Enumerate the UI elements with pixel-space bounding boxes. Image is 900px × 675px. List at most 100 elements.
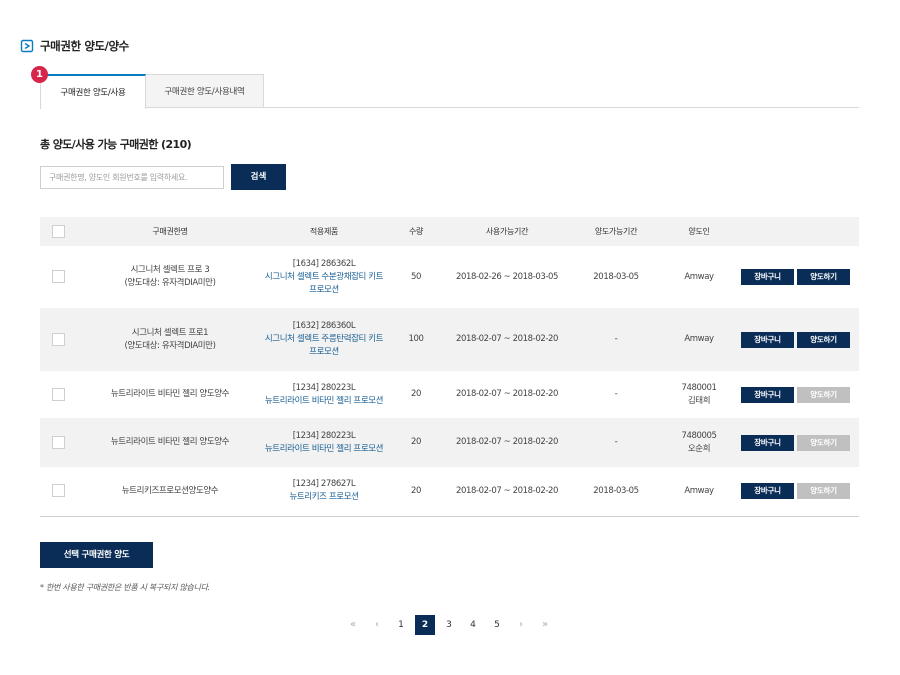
permission-target: (양도대상: 유자격DIA미만): [124, 340, 216, 351]
permission-name-cell: 시그니처 셀렉트 프로 3 (양도대상: 유자격DIA미만): [76, 246, 264, 308]
page-2-current[interactable]: 2: [415, 615, 435, 635]
search-input[interactable]: [40, 166, 224, 189]
page-1[interactable]: 1: [391, 615, 411, 635]
qty-cell: 50: [410, 271, 422, 282]
notice-text: * 한번 사용한 구매권한은 반품 시 복구되지 않습니다.: [40, 583, 210, 592]
last-page-button[interactable]: »: [535, 615, 555, 635]
row-checkbox[interactable]: [51, 270, 65, 283]
product-code: [1234] 278627L: [292, 479, 356, 490]
prev-page-button[interactable]: ‹: [367, 615, 387, 635]
col-header-name: 구매권한명: [152, 227, 188, 236]
col-header-qty: 수량: [408, 227, 424, 236]
table-row: 뉴트리라이트 비타민 젤리 양도양수 [1234] 280223L 뉴트리라이트 …: [40, 371, 859, 418]
qty-cell: 20: [410, 437, 422, 447]
cart-button[interactable]: 장바구니: [741, 386, 794, 403]
product-link[interactable]: 뉴트리라이트 비타민 젤리 프로모션: [264, 443, 384, 456]
product-link[interactable]: 뉴트리라이트 비타민 젤리 프로모션: [264, 395, 384, 408]
cart-button[interactable]: 장바구니: [741, 483, 794, 500]
permission-name: 시그니처 셀렉트 프로 3: [130, 265, 210, 275]
transferor-cell: 7480001 김태희: [666, 371, 732, 418]
total-count-label: 총 양도/사용 가능 구매권한 (210): [40, 138, 192, 151]
cart-button[interactable]: 장바구니: [741, 331, 794, 348]
transferor-id: Amway: [684, 485, 714, 496]
transferor-cell: Amway: [666, 308, 732, 371]
next-page-button[interactable]: ›: [511, 615, 531, 635]
page-title-text: 구매권한 양도/양수: [40, 39, 129, 53]
permission-name-cell: 시그니처 셀렉트 프로1 (양도대상: 유자격DIA미만): [76, 308, 264, 371]
transfer-period-cell: 2018-03-05: [593, 485, 639, 496]
table-row: 뉴트리라이트 비타민 젤리 양도양수 [1234] 280223L 뉴트리라이트 …: [40, 418, 859, 467]
col-header-product: 적용제품: [309, 227, 339, 236]
page-4[interactable]: 4: [463, 615, 483, 635]
step-badge: 1: [31, 66, 48, 83]
row-select-cell: [40, 371, 76, 418]
tab-transfer-history[interactable]: 구매권한 양도/사용내역: [146, 74, 264, 108]
page-5[interactable]: 5: [487, 615, 507, 635]
table-row: 시그니처 셀렉트 프로 3 (양도대상: 유자격DIA미만) [1634] 286…: [40, 246, 859, 308]
permission-name: 뉴트리라이트 비타민 젤리 양도양수: [110, 437, 230, 447]
header-select-all: [40, 217, 76, 246]
bulk-transfer-button[interactable]: 선택 구매권한 양도: [40, 542, 153, 568]
cart-button[interactable]: 장바구니: [741, 269, 794, 285]
transferor-cell: 7480005 오순희: [666, 418, 732, 467]
use-period-cell: 2018-02-07 ~ 2018-02-20: [455, 485, 559, 496]
transferor-id: 7480005: [681, 430, 717, 441]
search-button[interactable]: 검색: [231, 164, 286, 190]
table-header-row: 구매권한명 적용제품 수량 사용가능기간 양도가능기간 양도인: [40, 217, 859, 246]
actions-cell: 장바구니 양도하기: [732, 467, 859, 516]
transferor-name: 김태희: [687, 395, 711, 406]
row-select-cell: [40, 308, 76, 371]
cart-button[interactable]: 장바구니: [741, 434, 794, 451]
row-select-cell: [40, 246, 76, 308]
qty-cell: 20: [410, 485, 422, 496]
actions-cell: 장바구니 양도하기: [732, 308, 859, 371]
product-link[interactable]: 시그니처 셀렉트 수분광채잡티 키트 프로모션: [264, 271, 384, 297]
transfer-period-cell: -: [614, 437, 618, 447]
page-3[interactable]: 3: [439, 615, 459, 635]
permission-target: (양도대상: 유자격DIA미만): [124, 278, 216, 288]
row-checkbox[interactable]: [51, 332, 65, 346]
first-page-button[interactable]: «: [343, 615, 363, 635]
tab-bar: 구매권한 양도/사용 구매권한 양도/사용내역: [40, 74, 859, 109]
transfer-period-cell: 2018-03-05: [593, 271, 639, 282]
row-checkbox[interactable]: [51, 484, 65, 498]
tab-transfer-use[interactable]: 구매권한 양도/사용: [40, 74, 146, 109]
transfer-button[interactable]: 양도하기: [797, 269, 850, 285]
transferor-cell: Amway: [666, 246, 732, 308]
actions-cell: 장바구니 양도하기: [732, 371, 859, 418]
col-header-transfer-period: 양도가능기간: [594, 227, 638, 236]
col-header-use-period: 사용가능기간: [485, 227, 529, 236]
product-link[interactable]: 뉴트리키즈 프로모션: [264, 491, 384, 504]
use-period-cell: 2018-02-07 ~ 2018-02-20: [455, 334, 559, 344]
col-header-transferor: 양도인: [688, 227, 710, 236]
use-period-cell: 2018-02-26 ~ 2018-03-05: [455, 271, 559, 282]
product-cell: [1234] 280223L 뉴트리라이트 비타민 젤리 프로모션: [264, 418, 384, 467]
transfer-button-disabled: 양도하기: [797, 434, 850, 451]
page-title: 구매권한 양도/양수: [20, 38, 129, 54]
product-link[interactable]: 시그니처 셀렉트 주름탄력잡티 키트 프로모션: [264, 333, 384, 359]
permission-name: 시그니처 셀렉트 프로1: [131, 327, 209, 338]
table-row: 시그니처 셀렉트 프로1 (양도대상: 유자격DIA미만) [1632] 2863…: [40, 308, 859, 371]
row-select-cell: [40, 467, 76, 516]
transferor-id: 7480001: [681, 382, 717, 393]
row-checkbox[interactable]: [51, 387, 65, 401]
transferor-id: Amway: [684, 334, 714, 344]
transfer-button-disabled: 양도하기: [797, 386, 850, 403]
product-code: [1634] 286362L: [292, 258, 356, 269]
transfer-period-cell: -: [614, 389, 618, 399]
use-period-cell: 2018-02-07 ~ 2018-02-20: [455, 389, 559, 399]
transfer-button[interactable]: 양도하기: [797, 331, 850, 348]
row-checkbox[interactable]: [51, 435, 65, 449]
transferor-id: Amway: [684, 271, 714, 282]
permission-name-cell: 뉴트리키즈프로모션양도양수: [76, 467, 264, 516]
permission-name: 뉴트리라이트 비타민 젤리 양도양수: [110, 389, 230, 399]
product-code: [1632] 286360L: [292, 321, 356, 331]
product-code: [1234] 280223L: [292, 382, 356, 393]
actions-cell: 장바구니 양도하기: [732, 418, 859, 467]
permission-table: 구매권한명 적용제품 수량 사용가능기간 양도가능기간 양도인 시그니처 셀렉트…: [40, 217, 859, 517]
select-all-checkbox[interactable]: [51, 225, 65, 238]
qty-cell: 20: [410, 389, 422, 399]
permission-name-cell: 뉴트리라이트 비타민 젤리 양도양수: [76, 371, 264, 418]
use-period-cell: 2018-02-07 ~ 2018-02-20: [455, 437, 559, 447]
table-row: 뉴트리키즈프로모션양도양수 [1234] 278627L 뉴트리키즈 프로모션 2…: [40, 467, 859, 516]
